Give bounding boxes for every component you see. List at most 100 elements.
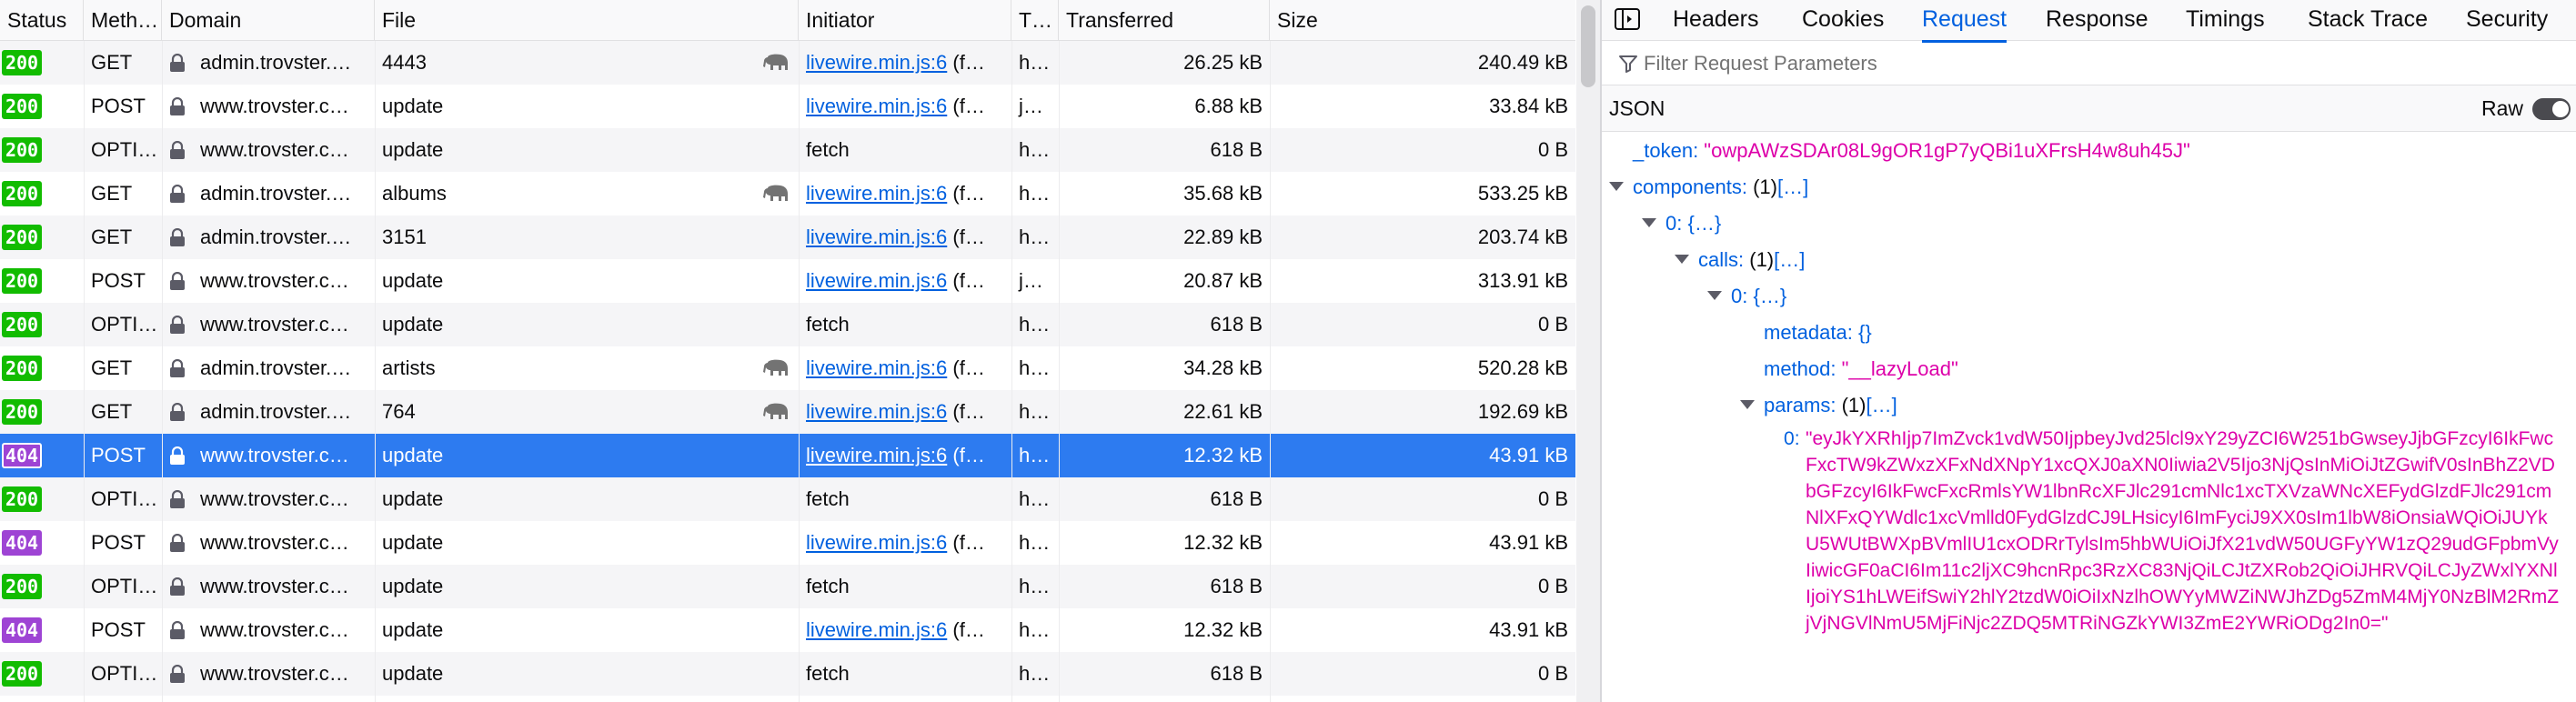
cell-initiator: livewire.min.js:6 (f… [799,521,1011,565]
table-scrollbar-thumb[interactable] [1581,5,1595,87]
cell-method: OPTI… [91,313,158,336]
column-header-transferred[interactable]: Transferred [1059,0,1270,40]
column-header-domain[interactable]: Domain [162,0,375,40]
json-count: (1) [1753,176,1777,198]
status-badge: 200 [2,399,42,425]
json-key: calls [1698,248,1739,271]
initiator-link[interactable]: livewire.min.js:6 [806,51,947,74]
json-summary[interactable]: {} [1858,321,1872,344]
tab-request[interactable]: Request [1922,0,2007,43]
initiator-link[interactable]: livewire.min.js:6 [806,95,947,117]
status-badge: 200 [2,312,42,337]
json-node-params[interactable]: params: (1)[…] [1740,387,1897,424]
table-row[interactable]: 200 GET admin.trovster.… albums livewire.min… [0,172,1575,216]
json-node-0[interactable]: 0: {…} [1642,206,1721,242]
cell-file: 3151 [382,226,427,248]
column-header-size[interactable]: Size [1270,0,1575,40]
cell-status: 200 [0,259,84,303]
initiator-link[interactable]: livewire.min.js:6 [806,618,947,641]
expand-arrow-icon[interactable] [1740,400,1755,410]
json-key: 0 [1665,212,1677,235]
lock-icon [170,54,185,72]
column-divider [1270,41,1271,702]
column-header-type[interactable]: T… [1011,0,1059,40]
table-row[interactable]: 200 OPTI… www.trovster.c… update fetch h… 618 … [0,128,1575,172]
initiator-link[interactable]: livewire.min.js:6 [806,531,947,554]
json-summary[interactable]: […] [1866,394,1897,416]
cell-type: h… [1019,138,1051,161]
json-value: "owpAWzSDAr08L9gOR1gP7yQBi1uXFrsH4w8uh45… [1704,139,2190,162]
tab-stack-trace[interactable]: Stack Trace [2308,0,2428,40]
table-row[interactable]: 404 POST www.trovster.c… update livewire.min… [0,434,1575,477]
expand-arrow-icon[interactable] [1609,182,1624,192]
table-row[interactable]: 200 GET admin.trovster.… artists livewire.mi… [0,346,1575,390]
json-summary[interactable]: […] [1777,176,1808,198]
table-row[interactable]: 200 OPTI… www.trovster.c… update fetch h… 618 … [0,652,1575,696]
cell-domain: admin.trovster.… [200,51,352,74]
expand-arrow-icon[interactable] [1642,218,1656,228]
cell-type: h… [1019,662,1051,685]
cell-initiator: livewire.min.js:6 (f… [799,608,1011,652]
elephant-icon [763,359,788,376]
cell-status: 200 [0,390,84,434]
cell-initiator: livewire.min.js:6 (f… [799,390,1011,434]
json-node-method: method: "__lazyLoad" [1764,351,1958,387]
expand-arrow-icon[interactable] [1707,291,1722,301]
raw-toggle[interactable] [2532,98,2571,120]
column-header-method[interactable]: Meth… [84,0,162,40]
cell-transferred: 26.25 kB [1183,51,1263,74]
table-row[interactable]: 200 GET admin.trovster.… 4443 livewire.min.j… [0,41,1575,85]
tab-response[interactable]: Response [2046,0,2148,40]
table-row[interactable]: 200 GET admin.trovster.… 3151 livewire.min.j… [0,216,1575,259]
column-header-status[interactable]: Status [0,0,84,40]
tab-security[interactable]: Security [2466,0,2548,40]
json-summary[interactable]: […] [1774,248,1805,271]
initiator-text: fetch [806,487,850,510]
tab-headers[interactable]: Headers [1673,0,1759,40]
column-header-initiator[interactable]: Initiator [799,0,1011,40]
expand-arrow-icon[interactable] [1675,255,1689,265]
cell-size: 43.91 kB [1489,444,1568,466]
json-node-components[interactable]: components: (1)[…] [1609,169,1808,206]
column-header-file[interactable]: File [375,0,799,40]
cell-initiator: livewire.min.js:6 (f… [799,346,1011,390]
column-divider [799,41,800,702]
cell-size: 0 B [1537,575,1568,597]
cell-file: albums [382,182,447,205]
column-divider [1059,41,1060,702]
json-key: _token [1633,139,1694,162]
initiator-link[interactable]: livewire.min.js:6 [806,444,947,466]
json-summary[interactable]: {…} [1687,212,1721,235]
tab-timings[interactable]: Timings [2186,0,2265,40]
initiator-link[interactable]: livewire.min.js:6 [806,226,947,248]
initiator-link[interactable]: livewire.min.js:6 [806,356,947,379]
table-row[interactable]: 404 POST www.trovster.c… update livewire.min… [0,608,1575,652]
table-row[interactable]: 404 POST www.trovster.c… update livewire.min… [0,521,1575,565]
filter-request-parameters-input[interactable] [1642,48,2537,79]
cell-initiator: livewire.min.js:6 (f… [799,259,1011,303]
cell-initiator: fetch [799,565,1011,608]
cell-initiator: fetch [799,128,1011,172]
tab-cookies[interactable]: Cookies [1802,0,1884,40]
table-row[interactable]: 200 POST www.trovster.c… update livewire.min… [0,85,1575,128]
table-row[interactable]: 200 OPTI… www.trovster.c… update fetch h… 618 … [0,477,1575,521]
initiator-link[interactable]: livewire.min.js:6 [806,269,947,292]
cell-domain: www.trovster.c… [200,662,349,685]
json-summary[interactable]: {…} [1753,285,1786,307]
cell-size: 43.91 kB [1489,618,1568,641]
toggle-sidebar-icon[interactable] [1615,7,1640,31]
table-scrollbar-track[interactable] [1576,0,1600,702]
status-badge: 200 [2,94,42,119]
table-row[interactable]: 200 OPTI… www.trovster.c… update fetch h… 618 … [0,565,1575,608]
json-node-0[interactable]: 0: {…} [1707,278,1786,315]
cell-domain: admin.trovster.… [200,400,352,423]
cell-method: OPTI… [91,662,158,685]
status-badge: 200 [2,356,42,381]
initiator-link[interactable]: livewire.min.js:6 [806,182,947,205]
table-row[interactable]: 200 POST www.trovster.c… update livewire.min… [0,259,1575,303]
table-row[interactable]: 200 OPTI… www.trovster.c… update fetch h… 618 … [0,303,1575,346]
initiator-link[interactable]: livewire.min.js:6 [806,400,947,423]
json-node-calls[interactable]: calls: (1)[…] [1675,242,1805,278]
cell-method: GET [91,51,133,74]
table-row[interactable]: 200 GET admin.trovster.… 764 livewire.min.js… [0,390,1575,434]
